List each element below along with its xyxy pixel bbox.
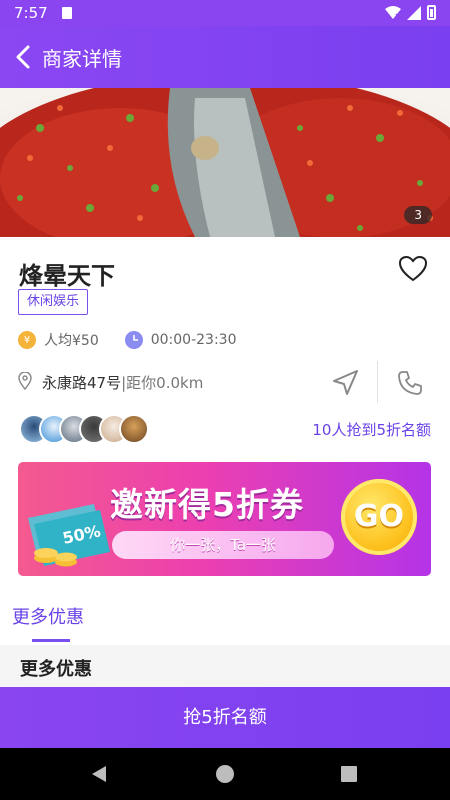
tab-more-offers[interactable]: 更多优惠: [12, 603, 84, 629]
system-recents-icon[interactable]: [341, 766, 357, 782]
back-arrow-icon[interactable]: [12, 43, 38, 71]
tab-indicator: [32, 639, 70, 642]
address-text: 永康路47号|距你0.0km: [42, 372, 203, 393]
hero-image[interactable]: 3: [0, 88, 450, 237]
status-time: 7:57: [14, 4, 48, 22]
address-row: 永康路47号|距你0.0km: [18, 361, 432, 403]
grab-discount-button[interactable]: 抢5折名额: [0, 687, 450, 748]
shop-name: 烽晕天下: [19, 262, 115, 290]
phone-icon[interactable]: [396, 369, 424, 397]
avg-price: 人均¥50: [44, 333, 99, 349]
page-title: 商家详情: [42, 47, 122, 71]
user-avatars: [19, 414, 149, 444]
sd-card-icon: [62, 7, 72, 19]
divider: [377, 361, 378, 403]
go-button[interactable]: GO: [341, 479, 417, 555]
system-home-icon[interactable]: [216, 765, 234, 783]
clock-icon: [124, 331, 143, 349]
coupon-ticket-icon: 50%: [28, 504, 110, 567]
promo-banner[interactable]: 50% 邀新得5折券 你一张，Ta一张 GO: [18, 462, 431, 576]
category-tag: 休闲娱乐: [18, 289, 89, 315]
status-bar: 7:57: [0, 0, 450, 26]
avatar: [119, 414, 149, 444]
promo-title: 邀新得5折券: [110, 485, 304, 524]
location-pin-icon: [18, 372, 32, 390]
grab-count: 10人抢到5折名额: [312, 421, 431, 439]
photo-counter: 3: [404, 206, 432, 224]
signal-icon: [407, 5, 421, 20]
promo-subtitle: 你一张，Ta一张: [112, 531, 334, 559]
system-back-icon[interactable]: [90, 765, 108, 783]
navigate-icon[interactable]: [330, 368, 360, 398]
wifi-icon: [385, 5, 401, 19]
dish-photo: [0, 88, 450, 237]
app-bar: 商家详情: [0, 26, 450, 88]
heart-icon[interactable]: [398, 255, 428, 283]
section-title: 更多优惠: [20, 659, 92, 680]
opening-hours: 00:00-23:30: [150, 332, 237, 348]
coin-icon: ¥: [18, 331, 36, 349]
system-nav-bar: [0, 748, 450, 800]
info-row: ¥ 人均¥50 00:00-23:30: [18, 329, 236, 351]
battery-icon: [427, 5, 436, 20]
distance: |距你0.0km: [121, 374, 204, 392]
status-icons: [385, 5, 436, 20]
address: 永康路47号: [42, 374, 122, 392]
